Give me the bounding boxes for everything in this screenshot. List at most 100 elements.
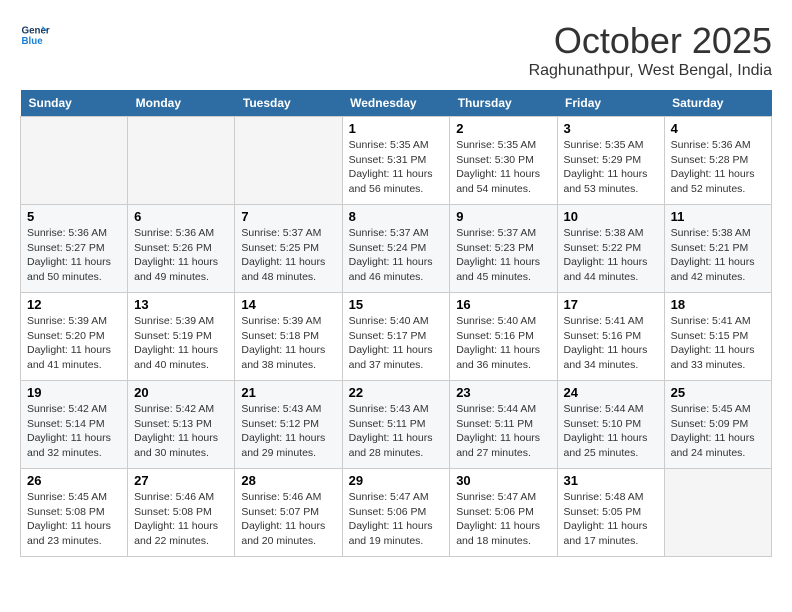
week-row-4: 19 Sunrise: 5:42 AM Sunset: 5:14 PM Dayli… <box>21 381 772 469</box>
calendar-cell: 18 Sunrise: 5:41 AM Sunset: 5:15 PM Dayli… <box>664 293 771 381</box>
weekday-header-row: SundayMondayTuesdayWednesdayThursdayFrid… <box>21 90 772 117</box>
calendar-cell: 25 Sunrise: 5:45 AM Sunset: 5:09 PM Dayli… <box>664 381 771 469</box>
day-number: 15 <box>349 297 444 312</box>
day-info: Sunrise: 5:38 AM Sunset: 5:22 PM Dayligh… <box>564 226 658 285</box>
day-number: 31 <box>564 473 658 488</box>
day-info: Sunrise: 5:37 AM Sunset: 5:24 PM Dayligh… <box>349 226 444 285</box>
calendar-cell <box>128 117 235 205</box>
month-title: October 2025 <box>529 20 772 62</box>
day-info: Sunrise: 5:37 AM Sunset: 5:25 PM Dayligh… <box>241 226 335 285</box>
calendar-cell: 22 Sunrise: 5:43 AM Sunset: 5:11 PM Dayli… <box>342 381 450 469</box>
week-row-1: 1 Sunrise: 5:35 AM Sunset: 5:31 PM Daylig… <box>21 117 772 205</box>
day-number: 24 <box>564 385 658 400</box>
day-info: Sunrise: 5:37 AM Sunset: 5:23 PM Dayligh… <box>456 226 550 285</box>
day-number: 5 <box>27 209 121 224</box>
day-number: 1 <box>349 121 444 136</box>
day-number: 13 <box>134 297 228 312</box>
day-number: 19 <box>27 385 121 400</box>
weekday-header-friday: Friday <box>557 90 664 117</box>
day-info: Sunrise: 5:35 AM Sunset: 5:29 PM Dayligh… <box>564 138 658 197</box>
day-info: Sunrise: 5:39 AM Sunset: 5:18 PM Dayligh… <box>241 314 335 373</box>
calendar-cell: 17Sunrise: 5:41 AM Sunset: 5:16 PM Dayli… <box>557 293 664 381</box>
day-number: 30 <box>456 473 550 488</box>
calendar-cell: 26Sunrise: 5:45 AM Sunset: 5:08 PM Dayli… <box>21 469 128 557</box>
calendar-cell: 21 Sunrise: 5:43 AM Sunset: 5:12 PM Dayli… <box>235 381 342 469</box>
day-number: 26 <box>27 473 121 488</box>
weekday-header-thursday: Thursday <box>450 90 557 117</box>
location-title: Raghunathpur, West Bengal, India <box>529 62 772 80</box>
calendar-cell: 28Sunrise: 5:46 AM Sunset: 5:07 PM Dayli… <box>235 469 342 557</box>
calendar-cell: 15 Sunrise: 5:40 AM Sunset: 5:17 PM Dayli… <box>342 293 450 381</box>
calendar-cell: 1 Sunrise: 5:35 AM Sunset: 5:31 PM Daylig… <box>342 117 450 205</box>
day-info: Sunrise: 5:48 AM Sunset: 5:05 PM Dayligh… <box>564 490 658 549</box>
calendar-cell: 24 Sunrise: 5:44 AM Sunset: 5:10 PM Dayli… <box>557 381 664 469</box>
calendar-cell: 6 Sunrise: 5:36 AM Sunset: 5:26 PM Daylig… <box>128 205 235 293</box>
calendar-cell: 2Sunrise: 5:35 AM Sunset: 5:30 PM Daylig… <box>450 117 557 205</box>
calendar-cell: 9 Sunrise: 5:37 AM Sunset: 5:23 PM Daylig… <box>450 205 557 293</box>
day-number: 9 <box>456 209 550 224</box>
calendar-cell: 12 Sunrise: 5:39 AM Sunset: 5:20 PM Dayli… <box>21 293 128 381</box>
day-info: Sunrise: 5:40 AM Sunset: 5:16 PM Dayligh… <box>456 314 550 373</box>
day-info: Sunrise: 5:47 AM Sunset: 5:06 PM Dayligh… <box>349 490 444 549</box>
calendar-cell: 4 Sunrise: 5:36 AM Sunset: 5:28 PM Daylig… <box>664 117 771 205</box>
calendar-cell: 13 Sunrise: 5:39 AM Sunset: 5:19 PM Dayli… <box>128 293 235 381</box>
calendar-cell: 29 Sunrise: 5:47 AM Sunset: 5:06 PM Dayli… <box>342 469 450 557</box>
calendar-cell: 27Sunrise: 5:46 AM Sunset: 5:08 PM Dayli… <box>128 469 235 557</box>
day-info: Sunrise: 5:44 AM Sunset: 5:10 PM Dayligh… <box>564 402 658 461</box>
calendar-cell: 3Sunrise: 5:35 AM Sunset: 5:29 PM Daylig… <box>557 117 664 205</box>
day-number: 20 <box>134 385 228 400</box>
day-number: 6 <box>134 209 228 224</box>
weekday-header-saturday: Saturday <box>664 90 771 117</box>
day-info: Sunrise: 5:43 AM Sunset: 5:12 PM Dayligh… <box>241 402 335 461</box>
calendar-cell: 30 Sunrise: 5:47 AM Sunset: 5:06 PM Dayli… <box>450 469 557 557</box>
calendar-cell <box>664 469 771 557</box>
day-number: 4 <box>671 121 765 136</box>
calendar-cell: 19 Sunrise: 5:42 AM Sunset: 5:14 PM Dayli… <box>21 381 128 469</box>
day-number: 22 <box>349 385 444 400</box>
day-number: 18 <box>671 297 765 312</box>
day-number: 23 <box>456 385 550 400</box>
calendar-cell: 16 Sunrise: 5:40 AM Sunset: 5:16 PM Dayli… <box>450 293 557 381</box>
calendar-cell: 10 Sunrise: 5:38 AM Sunset: 5:22 PM Dayli… <box>557 205 664 293</box>
day-number: 27 <box>134 473 228 488</box>
day-info: Sunrise: 5:36 AM Sunset: 5:28 PM Dayligh… <box>671 138 765 197</box>
calendar-cell: 31 Sunrise: 5:48 AM Sunset: 5:05 PM Dayli… <box>557 469 664 557</box>
title-section: October 2025 Raghunathpur, West Bengal, … <box>529 20 772 80</box>
day-info: Sunrise: 5:39 AM Sunset: 5:19 PM Dayligh… <box>134 314 228 373</box>
day-info: Sunrise: 5:43 AM Sunset: 5:11 PM Dayligh… <box>349 402 444 461</box>
day-info: Sunrise: 5:35 AM Sunset: 5:30 PM Dayligh… <box>456 138 550 197</box>
day-number: 21 <box>241 385 335 400</box>
calendar-cell <box>21 117 128 205</box>
page-header: General Blue October 2025 Raghunathpur, … <box>20 20 772 80</box>
day-info: Sunrise: 5:47 AM Sunset: 5:06 PM Dayligh… <box>456 490 550 549</box>
day-info: Sunrise: 5:42 AM Sunset: 5:14 PM Dayligh… <box>27 402 121 461</box>
day-number: 8 <box>349 209 444 224</box>
day-info: Sunrise: 5:40 AM Sunset: 5:17 PM Dayligh… <box>349 314 444 373</box>
week-row-5: 26Sunrise: 5:45 AM Sunset: 5:08 PM Dayli… <box>21 469 772 557</box>
day-number: 11 <box>671 209 765 224</box>
weekday-header-wednesday: Wednesday <box>342 90 450 117</box>
day-number: 28 <box>241 473 335 488</box>
day-number: 10 <box>564 209 658 224</box>
day-number: 29 <box>349 473 444 488</box>
calendar-cell: 5Sunrise: 5:36 AM Sunset: 5:27 PM Daylig… <box>21 205 128 293</box>
logo: General Blue <box>20 20 50 50</box>
calendar-cell: 11 Sunrise: 5:38 AM Sunset: 5:21 PM Dayli… <box>664 205 771 293</box>
calendar-cell: 20Sunrise: 5:42 AM Sunset: 5:13 PM Dayli… <box>128 381 235 469</box>
day-number: 25 <box>671 385 765 400</box>
week-row-3: 12 Sunrise: 5:39 AM Sunset: 5:20 PM Dayli… <box>21 293 772 381</box>
day-info: Sunrise: 5:39 AM Sunset: 5:20 PM Dayligh… <box>27 314 121 373</box>
day-info: Sunrise: 5:38 AM Sunset: 5:21 PM Dayligh… <box>671 226 765 285</box>
day-info: Sunrise: 5:41 AM Sunset: 5:15 PM Dayligh… <box>671 314 765 373</box>
day-number: 16 <box>456 297 550 312</box>
weekday-header-monday: Monday <box>128 90 235 117</box>
calendar-cell: 8 Sunrise: 5:37 AM Sunset: 5:24 PM Daylig… <box>342 205 450 293</box>
day-info: Sunrise: 5:36 AM Sunset: 5:26 PM Dayligh… <box>134 226 228 285</box>
calendar-cell: 7Sunrise: 5:37 AM Sunset: 5:25 PM Daylig… <box>235 205 342 293</box>
day-info: Sunrise: 5:35 AM Sunset: 5:31 PM Dayligh… <box>349 138 444 197</box>
day-info: Sunrise: 5:41 AM Sunset: 5:16 PM Dayligh… <box>564 314 658 373</box>
day-number: 14 <box>241 297 335 312</box>
day-number: 12 <box>27 297 121 312</box>
calendar-cell: 14 Sunrise: 5:39 AM Sunset: 5:18 PM Dayli… <box>235 293 342 381</box>
day-info: Sunrise: 5:45 AM Sunset: 5:09 PM Dayligh… <box>671 402 765 461</box>
